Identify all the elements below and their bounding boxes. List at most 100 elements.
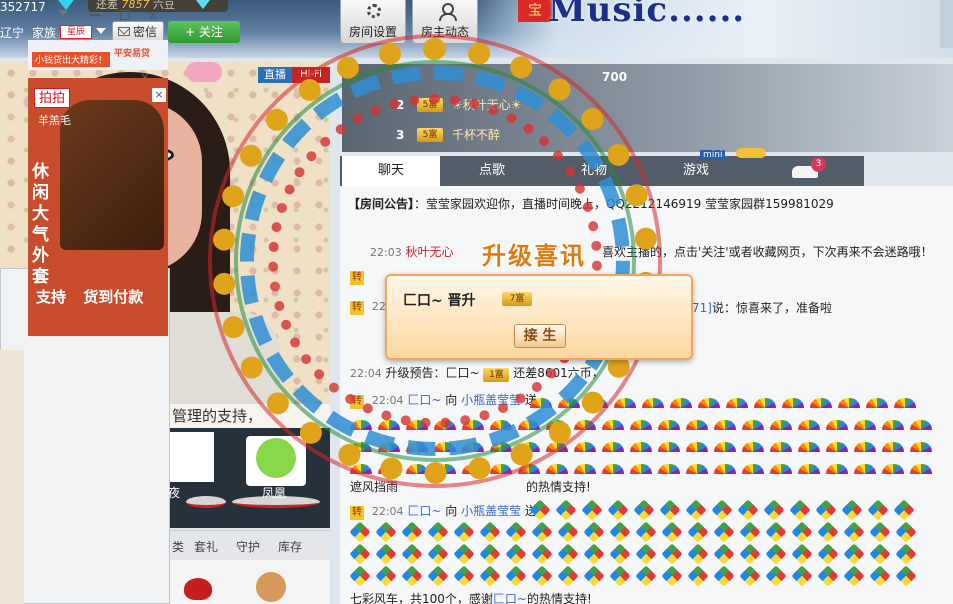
minimize-icon[interactable]: [90, 14, 100, 16]
umbrella-gift-icon: [854, 464, 876, 474]
windmill-gift-icon: [713, 521, 735, 543]
ad-collar-text: 羊羔毛: [38, 114, 71, 127]
message-link[interactable]: 71]: [692, 301, 712, 315]
umbrella-gift-icon: [910, 464, 932, 474]
umbrella-gift-icon: [574, 442, 596, 452]
windmill-gift-icon: [505, 565, 527, 587]
avatar[interactable]: [170, 432, 214, 482]
umbrella-gift-icon: [614, 398, 636, 408]
windmill-gift-icon: [531, 565, 553, 587]
windmill-gift-icon: [531, 543, 553, 565]
car-count-badge: 3: [811, 157, 826, 172]
windmill-gift-icon: [531, 521, 553, 543]
gift-thanks: 七彩风车，共100个，感谢匚口~的热情支持!: [350, 590, 592, 604]
windmill-gift-icon: [841, 499, 863, 521]
windmill-gift-icon: [763, 499, 785, 521]
avatar-name: 凤凰: [262, 486, 287, 500]
windmill-gift-icon: [427, 521, 449, 543]
windmill-gift-icon: [895, 543, 917, 565]
chevron-down-icon[interactable]: [58, 10, 68, 16]
gift-tab[interactable]: 守护: [236, 538, 260, 555]
avatar[interactable]: [246, 436, 306, 486]
windmill-gift-icon: [453, 543, 475, 565]
umbrella-gift-icon: [698, 398, 720, 408]
side-strip: [0, 350, 24, 604]
umbrella-gift-icon: [854, 442, 876, 452]
windmill-gift-row: [529, 499, 915, 521]
levelup-name: 匚口~ 晋升: [403, 293, 476, 309]
close-icon[interactable]: ×: [152, 88, 166, 102]
location: 辽宁: [0, 26, 25, 40]
follow-button[interactable]: + 关注: [168, 21, 240, 43]
windmill-gift-icon: [375, 543, 397, 565]
windmill-gift-icon: [453, 521, 475, 543]
gift-tab[interactable]: 类: [172, 538, 184, 555]
windmill-gift-icon: [843, 565, 865, 587]
umbrella-gift-icon: [826, 464, 848, 474]
umbrella-gift-icon: [686, 464, 708, 474]
ad-footer-right: 货到付款: [83, 288, 144, 306]
message-text: 说：惊喜来了，准备啦: [711, 301, 832, 315]
windmill-gift-icon: [739, 565, 761, 587]
family-badge[interactable]: 星辰: [60, 25, 92, 39]
umbrella-gift-icon: [602, 420, 624, 430]
receiver-name[interactable]: 小瓶盖莹莹: [461, 504, 521, 518]
windmill-gift-icon: [479, 521, 501, 543]
room-settings-button[interactable]: 房间设置: [340, 0, 406, 44]
close-icon[interactable]: ×: [148, 8, 158, 22]
room-settings-label: 房间设置: [348, 25, 397, 39]
umbrella-gift-icon: [854, 420, 876, 430]
windmill-gift-icon: [815, 499, 837, 521]
windmill-gift-icon: [635, 521, 657, 543]
windmill-gift-icon: [765, 521, 787, 543]
maximize-icon[interactable]: [120, 10, 130, 20]
accept-button[interactable]: 接 生: [514, 324, 566, 348]
windmill-gift-icon: [557, 543, 579, 565]
windmill-gift-icon: [529, 499, 551, 521]
windmill-gift-row: [349, 565, 917, 587]
umbrella-gift-icon: [726, 398, 748, 408]
banner-mark: 宝: [518, 0, 552, 22]
live-badge[interactable]: 直播: [258, 67, 292, 83]
umbrella-gift-icon: [658, 420, 680, 430]
lips-gift-icon[interactable]: [184, 578, 212, 600]
tab-games[interactable]: 游戏: [648, 156, 744, 186]
windmill-gift-icon: [375, 565, 397, 587]
thanks-user[interactable]: 匚口~: [493, 592, 527, 604]
windmill-gift-icon: [557, 521, 579, 543]
private-message-label: 密信: [133, 25, 158, 39]
umbrella-gift-icon: [574, 464, 596, 474]
umbrella-gift-icon: [602, 464, 624, 474]
toy-gift-icon[interactable]: [256, 572, 286, 602]
windmill-gift-icon: [609, 565, 631, 587]
user-id: 352717: [0, 0, 46, 14]
rank-score: 700: [602, 70, 628, 84]
umbrella-gift-icon: [882, 442, 904, 452]
host-feed-label: 房主动态: [420, 25, 469, 39]
chevron-down-icon[interactable]: [96, 28, 106, 34]
levelup-title: 升级喜讯: [482, 242, 586, 270]
umbrella-gift-icon: [782, 398, 804, 408]
windmill-gift-icon: [687, 543, 709, 565]
sender-name[interactable]: 匚口~: [407, 504, 441, 518]
windmill-gift-icon: [349, 521, 371, 543]
windmill-gift-icon: [765, 565, 787, 587]
windmill-gift-icon: [817, 565, 839, 587]
windmill-gift-icon: [401, 521, 423, 543]
person-icon: [439, 3, 457, 21]
umbrella-gift-icon: [910, 420, 932, 430]
windmill-gift-icon: [713, 565, 735, 587]
umbrella-gift-icon: [866, 398, 888, 408]
banner-edge: [940, 0, 953, 48]
windmill-gift-icon: [817, 543, 839, 565]
umbrella-gift-icon: [546, 464, 568, 474]
banner-title: Music......: [548, 0, 746, 30]
umbrella-gift-icon: [686, 442, 708, 452]
forward-badge[interactable]: 转: [350, 506, 364, 520]
windmill-gift-icon: [661, 565, 683, 587]
windmill-gift-icon: [843, 543, 865, 565]
gift-tab[interactable]: 套礼: [194, 538, 218, 555]
gift-tab[interactable]: 库存: [278, 538, 302, 555]
pai-badge: 拍拍: [34, 88, 70, 108]
gift-thanks-tail: 的热情支持!: [526, 480, 591, 494]
